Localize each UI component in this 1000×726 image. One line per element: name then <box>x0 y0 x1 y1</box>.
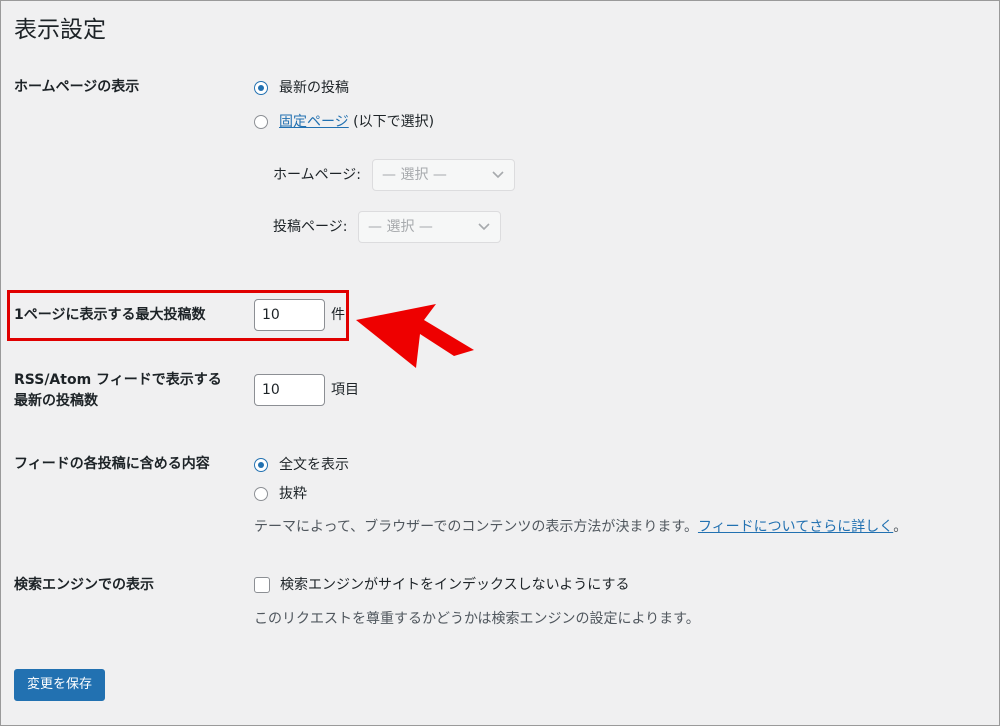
homepage-select[interactable]: — 選択 — <box>372 159 515 191</box>
radio-excerpt-label: 抜粋 <box>279 486 307 502</box>
feed-description-text: テーマによって、ブラウザーでのコンテンツの表示方法が決まります。 <box>254 519 698 535</box>
noindex-checkbox-label: 検索エンジンがサイトをインデックスしないようにする <box>280 577 630 593</box>
radio-latest-posts-label: 最新の投稿 <box>279 80 349 96</box>
rss-posts-label-line2: 最新の投稿数 <box>14 393 98 409</box>
posts-page-select[interactable]: — 選択 — <box>358 211 501 243</box>
feed-content-label: フィードの各投稿に含める内容 <box>14 456 210 472</box>
chevron-down-icon <box>492 171 504 179</box>
radio-excerpt[interactable] <box>254 487 268 501</box>
radio-full-text[interactable] <box>254 458 268 472</box>
rss-posts-input[interactable]: 10 <box>254 374 325 406</box>
posts-per-page-label: 1ページに表示する最大投稿数 <box>14 307 206 323</box>
posts-per-page-input[interactable]: 10 <box>254 299 325 331</box>
rss-posts-label: RSS/Atom フィードで表示する 最新の投稿数 <box>14 370 222 412</box>
feed-learn-more-link[interactable]: フィードについてさらに詳しく <box>698 519 893 535</box>
chevron-down-icon <box>478 223 490 231</box>
radio-static-page-label: 固定ページ (以下で選択) <box>279 112 434 132</box>
homepage-select-label: ホームページ: <box>273 167 362 183</box>
radio-static-page[interactable] <box>254 115 268 129</box>
noindex-checkbox[interactable] <box>254 577 270 593</box>
radio-latest-posts[interactable] <box>254 81 268 95</box>
static-page-suffix: (以下で選択) <box>348 114 435 130</box>
save-button[interactable]: 変更を保存 <box>14 669 106 701</box>
posts-select-value: — 選択 — <box>368 219 433 235</box>
radio-full-text-label: 全文を表示 <box>279 457 349 473</box>
posts-select-label: 投稿ページ: <box>273 219 348 235</box>
red-arrow-icon <box>356 304 474 368</box>
search-engine-description: このリクエストを尊重するかどうかは検索エンジンの設定によります。 <box>254 611 700 627</box>
feed-content-description: テーマによって、ブラウザーでのコンテンツの表示方法が決まります。フィードについて… <box>254 517 907 537</box>
rss-posts-label-line1: RSS/Atom フィードで表示する <box>14 372 222 388</box>
homepage-select-value: — 選択 — <box>382 167 447 183</box>
static-page-link[interactable]: 固定ページ <box>279 114 349 130</box>
homepage-display-label: ホームページの表示 <box>14 79 140 95</box>
page-title: 表示設定 <box>14 17 106 43</box>
rss-posts-unit: 項目 <box>331 382 359 398</box>
posts-per-page-unit: 件 <box>331 307 345 323</box>
search-engine-label: 検索エンジンでの表示 <box>14 577 154 593</box>
feed-description-end: 。 <box>893 519 908 535</box>
